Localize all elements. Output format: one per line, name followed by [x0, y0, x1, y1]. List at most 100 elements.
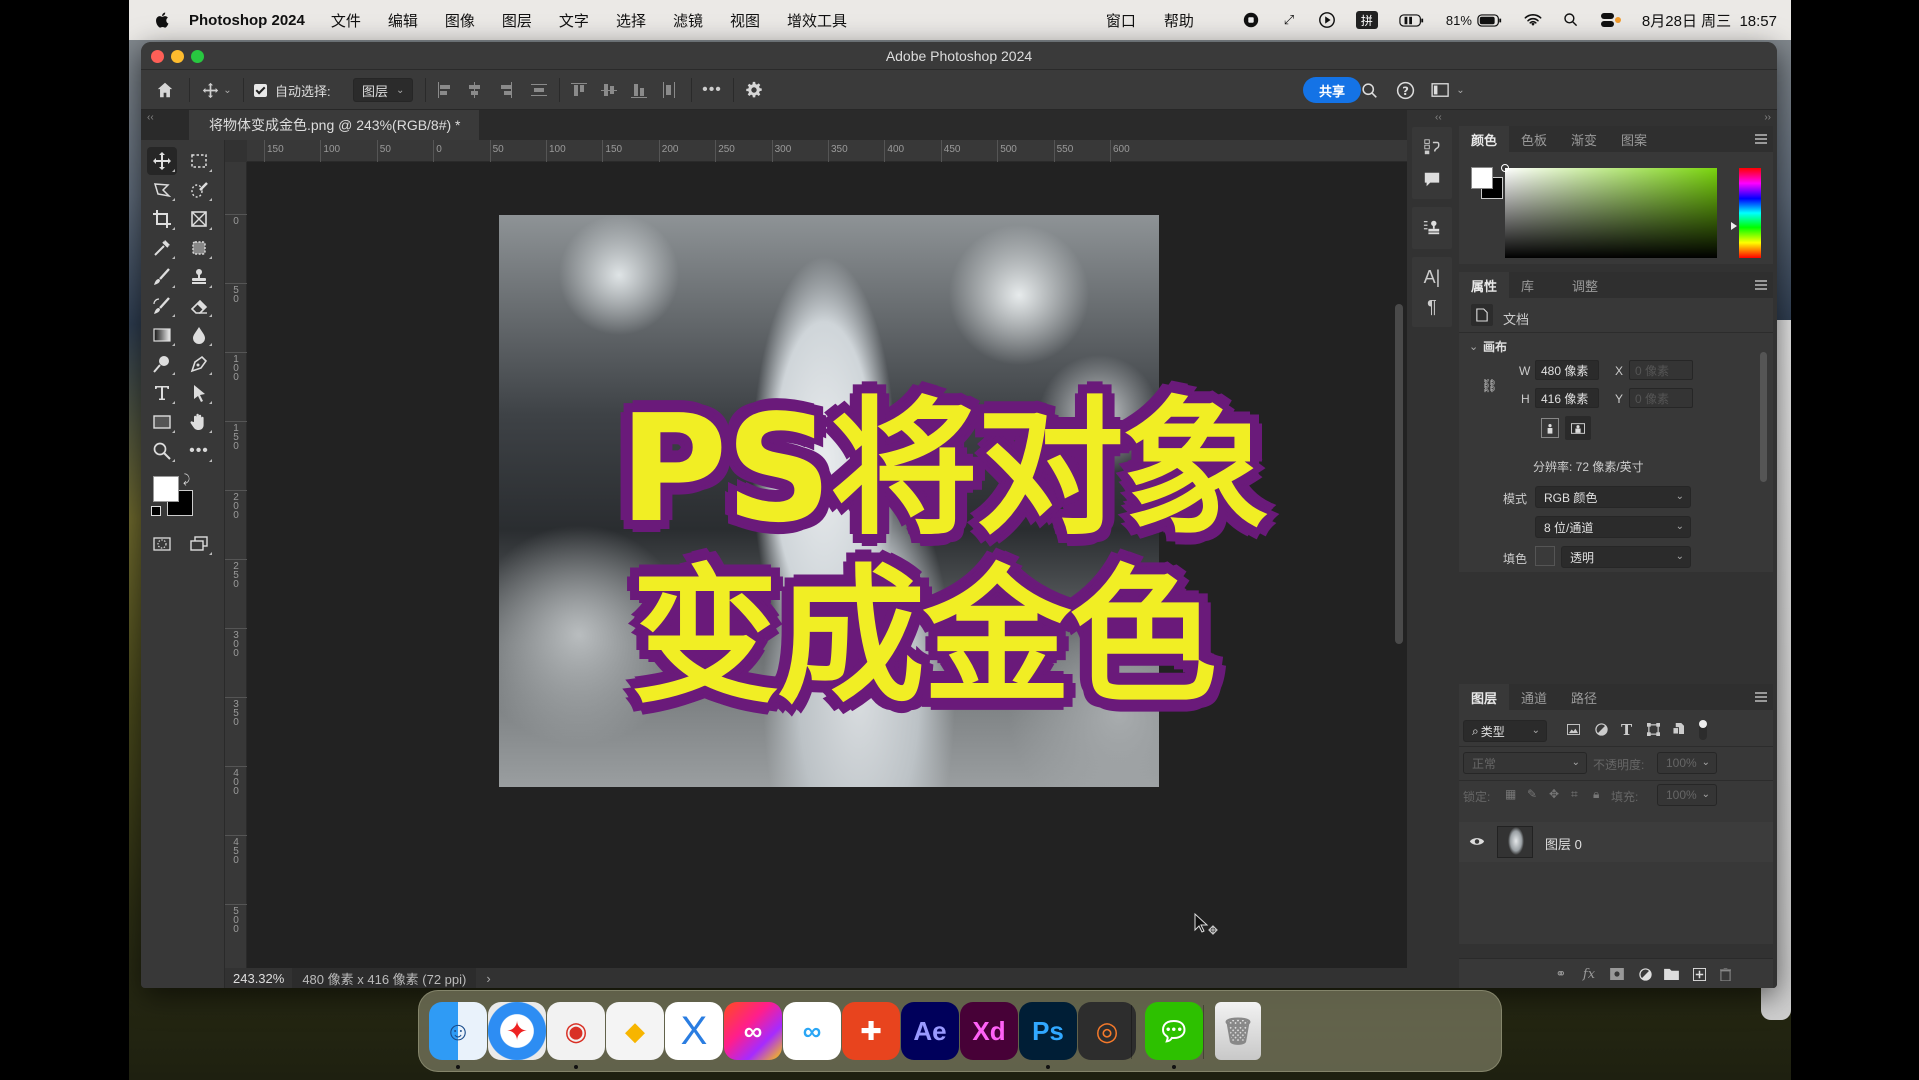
- more-options-button[interactable]: •••: [697, 70, 727, 110]
- landscape-orientation-button[interactable]: [1565, 416, 1591, 440]
- dock-app-safari[interactable]: ✦: [488, 1002, 546, 1060]
- horizontal-ruler[interactable]: 150 100 50 0 50 100 150 200 250 300 350 400 450 500 55…: [247, 140, 1407, 162]
- status-menu-arrow[interactable]: ›: [486, 971, 490, 986]
- blur-tool[interactable]: [184, 321, 214, 349]
- share-button[interactable]: 共享: [1303, 70, 1362, 110]
- layer-row[interactable]: 图层 0: [1459, 822, 1773, 862]
- path-selection-tool[interactable]: [184, 379, 214, 407]
- crop-tool[interactable]: [147, 205, 177, 233]
- paragraph-panel-icon[interactable]: ¶: [1422, 297, 1442, 317]
- eye-visibility-icon[interactable]: [1469, 834, 1485, 852]
- menu-filter[interactable]: 滤镜: [673, 10, 703, 31]
- height-field[interactable]: 416 像素: [1535, 388, 1599, 408]
- color-picker-handle[interactable]: [1501, 164, 1509, 172]
- dodge-tool[interactable]: [147, 350, 177, 378]
- vertical-scrollbar[interactable]: [1395, 304, 1403, 644]
- dock-app-photoshop[interactable]: Ps: [1019, 1002, 1077, 1069]
- align-horizontal-centers-button[interactable]: [463, 70, 487, 110]
- filter-shape-layers-icon[interactable]: [1647, 723, 1660, 739]
- search-button[interactable]: [1357, 70, 1381, 110]
- frame-tool[interactable]: [184, 205, 214, 233]
- record-stop-icon[interactable]: [1242, 11, 1260, 29]
- object-selection-tool[interactable]: [147, 176, 177, 204]
- color-picker-field[interactable]: [1501, 164, 1717, 258]
- panel-menu-icon[interactable]: [1755, 692, 1767, 702]
- settings-button[interactable]: [739, 70, 769, 110]
- tab-paths[interactable]: 路径: [1559, 684, 1609, 710]
- dock-app-sketch[interactable]: ◆: [606, 1002, 664, 1060]
- add-mask-icon[interactable]: [1609, 966, 1625, 982]
- dock-app-creative-cloud[interactable]: ∞: [724, 1002, 782, 1060]
- history-panel-icon[interactable]: [1422, 137, 1442, 157]
- expand-panels-icon[interactable]: ››: [1764, 112, 1771, 123]
- menu-app-name[interactable]: Photoshop 2024: [189, 12, 305, 29]
- width-field[interactable]: 480 像素: [1535, 360, 1599, 380]
- layer-filter-dropdown[interactable]: ⌕ 类型 ⌄: [1463, 720, 1547, 742]
- tab-swatches[interactable]: 色板: [1509, 126, 1559, 152]
- canvas-area[interactable]: PS将对象 变成金色: [247, 162, 1407, 968]
- filter-smart-objects-icon[interactable]: [1672, 722, 1684, 738]
- eraser-tool[interactable]: [184, 292, 214, 320]
- distribute-vertical-button[interactable]: [527, 70, 551, 110]
- tab-properties[interactable]: 属性: [1459, 272, 1510, 298]
- tab-patterns[interactable]: 图案: [1609, 126, 1659, 152]
- canvas-section-title[interactable]: 画布: [1483, 338, 1507, 355]
- swap-colors-icon[interactable]: ⤸: [183, 472, 190, 487]
- filter-adjustment-layers-icon[interactable]: [1595, 723, 1608, 739]
- hand-tool[interactable]: [184, 408, 214, 436]
- rectangle-tool[interactable]: [147, 408, 177, 436]
- collapse-toolbar-icon[interactable]: ‹‹: [147, 112, 154, 123]
- dock-app-axure[interactable]: X: [665, 1002, 723, 1060]
- document-tab[interactable]: 将物体变成金色.png @ 243%(RGB/8#) *: [189, 110, 479, 140]
- layer-name[interactable]: 图层 0: [1545, 834, 1582, 853]
- help-button[interactable]: ?: [1393, 70, 1417, 110]
- align-vertical-centers-button[interactable]: [597, 70, 621, 110]
- fill-swatch[interactable]: [1535, 546, 1555, 566]
- character-panel-icon[interactable]: A|: [1422, 267, 1442, 287]
- dock-app-adobe-xd[interactable]: Xd: [960, 1002, 1018, 1060]
- gradient-tool[interactable]: [147, 321, 177, 349]
- vertical-ruler[interactable]: 0 50 100 150 200 250 300 350 400 450 500: [225, 162, 247, 988]
- menu-view[interactable]: 视图: [730, 10, 760, 31]
- spot-healing-tool[interactable]: [184, 234, 214, 262]
- eyedropper-tool[interactable]: [147, 234, 177, 262]
- delete-layer-icon[interactable]: [1717, 966, 1733, 982]
- apple-icon[interactable]: [154, 11, 172, 29]
- tab-channels[interactable]: 通道: [1509, 684, 1559, 710]
- auto-select-checkbox[interactable]: [253, 70, 267, 110]
- tab-color[interactable]: 颜色: [1459, 126, 1510, 152]
- filter-type-layers-icon[interactable]: T: [1621, 721, 1632, 739]
- dock-app-xmind[interactable]: ✚: [842, 1002, 900, 1060]
- menu-window[interactable]: 窗口: [1106, 10, 1136, 31]
- move-tool-preset-picker[interactable]: ⌄: [199, 70, 235, 110]
- link-dimensions-icon[interactable]: ⛓: [1481, 378, 1498, 394]
- link-layers-icon[interactable]: ⚭: [1553, 966, 1569, 982]
- filter-toggle[interactable]: [1699, 720, 1707, 740]
- align-top-edges-button[interactable]: [567, 70, 591, 110]
- dock-app-finder[interactable]: ☺: [429, 1002, 487, 1069]
- fill-dropdown[interactable]: 透明 ⌄: [1561, 546, 1691, 568]
- tab-gradients[interactable]: 渐变: [1559, 126, 1609, 152]
- add-layer-style-icon[interactable]: fx: [1581, 966, 1597, 982]
- default-colors-icon[interactable]: [151, 506, 161, 516]
- menu-edit[interactable]: 编辑: [388, 10, 418, 31]
- brush-tool[interactable]: [147, 263, 177, 291]
- spotlight-search-icon[interactable]: [1562, 11, 1580, 29]
- tab-libraries[interactable]: 库: [1509, 272, 1546, 298]
- menu-plugins[interactable]: 增效工具: [787, 10, 847, 31]
- menu-help[interactable]: 帮助: [1164, 10, 1194, 31]
- new-adjustment-layer-icon[interactable]: [1637, 966, 1653, 982]
- auto-select-target-dropdown[interactable]: 图层 ⌄: [353, 70, 414, 110]
- zoom-level[interactable]: 243.32%: [225, 971, 292, 986]
- clone-stamp-tool[interactable]: [184, 263, 214, 291]
- dock-app-after-effects[interactable]: Ae: [901, 1002, 959, 1060]
- tab-layers[interactable]: 图层: [1459, 684, 1510, 710]
- new-group-folder-icon[interactable]: [1663, 966, 1679, 982]
- distribute-horizontal-button[interactable]: [657, 70, 681, 110]
- play-circle-icon[interactable]: [1318, 11, 1336, 29]
- tab-adjustments[interactable]: 调整: [1546, 272, 1610, 298]
- menu-select[interactable]: 选择: [616, 10, 646, 31]
- portrait-orientation-button[interactable]: [1541, 418, 1559, 438]
- properties-scrollbar[interactable]: [1760, 352, 1767, 482]
- bit-depth-dropdown[interactable]: 8 位/通道 ⌄: [1535, 516, 1691, 538]
